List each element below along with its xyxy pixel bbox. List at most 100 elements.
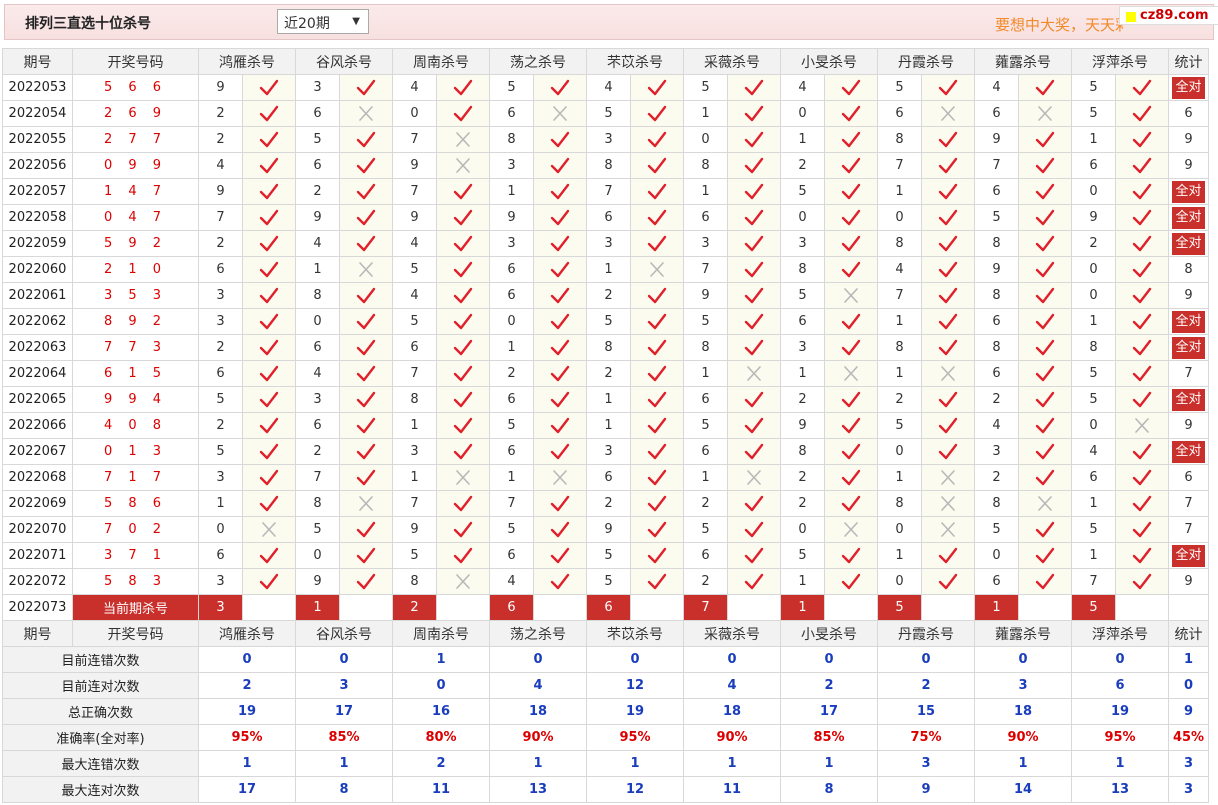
col-header-expert: 丹霞杀号 <box>877 620 975 647</box>
check-icon <box>647 131 667 147</box>
result-mark-cell <box>921 490 975 517</box>
result-mark-cell <box>1115 438 1169 465</box>
summary-value: 17 <box>780 698 878 725</box>
check-icon <box>647 573 667 589</box>
kill-number-cell: 2 <box>198 334 243 361</box>
kill-number-cell: 4 <box>586 74 631 101</box>
check-icon <box>647 469 667 485</box>
result-mark-cell <box>1115 542 1169 569</box>
kill-number-cell: 4 <box>877 256 922 283</box>
check-icon <box>1132 105 1152 121</box>
kill-number-cell: 4 <box>295 230 340 257</box>
check-icon <box>259 157 279 173</box>
result-mark-cell <box>824 464 878 491</box>
check-icon <box>259 495 279 511</box>
kill-number-cell: 2 <box>974 386 1019 413</box>
draw-number-cell: 5 8 3 <box>72 568 199 595</box>
period-select[interactable]: 近20期 ▼ <box>277 9 369 34</box>
check-icon <box>356 235 376 251</box>
summary-stat: 3 <box>1168 776 1209 803</box>
check-icon <box>1132 521 1152 537</box>
check-icon <box>453 105 473 121</box>
issue-cell: 2022071 <box>2 542 73 569</box>
kill-number-cell: 2 <box>586 490 631 517</box>
issue-cell: 2022070 <box>2 516 73 543</box>
col-header-expert: 荡之杀号 <box>489 48 587 75</box>
draw-number-cell: 0 9 9 <box>72 152 199 179</box>
result-mark-cell <box>339 308 393 335</box>
cross-icon <box>456 573 470 589</box>
summary-value: 0 <box>1071 646 1169 673</box>
kill-number-cell: 1 <box>877 308 922 335</box>
check-icon <box>453 521 473 537</box>
check-icon <box>1035 235 1055 251</box>
summary-row: 目前连对次数 2 3 0 4 12 4 2 2 3 6 0 <box>2 672 1209 699</box>
result-mark-cell <box>1018 256 1072 283</box>
result-mark-cell <box>1018 334 1072 361</box>
kill-number-cell: 3 <box>198 568 243 595</box>
check-icon <box>647 235 667 251</box>
check-icon <box>356 365 376 381</box>
kill-number-cell: 6 <box>489 100 534 127</box>
draw-number-cell: 3 5 3 <box>72 282 199 309</box>
check-icon <box>550 261 570 277</box>
issue-cell: 2022061 <box>2 282 73 309</box>
check-icon <box>356 157 376 173</box>
result-mark-cell <box>921 516 975 543</box>
kill-number-cell: 5 <box>877 74 922 101</box>
current-kill-number: 6 <box>489 594 534 621</box>
kill-number-cell: 6 <box>489 282 534 309</box>
kill-number-cell: 2 <box>683 568 728 595</box>
check-icon <box>1132 157 1152 173</box>
kill-number-cell: 1 <box>198 490 243 517</box>
all-correct-badge: 全对 <box>1172 544 1205 567</box>
summary-value: 6 <box>1071 672 1169 699</box>
kill-number-cell: 4 <box>198 152 243 179</box>
check-icon <box>453 495 473 511</box>
site-logo[interactable]: cz89.com <box>1119 6 1218 25</box>
summary-value: 75% <box>877 724 975 751</box>
draw-number-cell: 5 9 2 <box>72 230 199 257</box>
stat-cell: 全对 <box>1168 230 1209 257</box>
col-header-issue: 期号 <box>2 48 73 75</box>
all-correct-badge: 全对 <box>1172 336 1205 359</box>
result-mark-cell <box>1115 152 1169 179</box>
table-row: 2022065 9 9 4 5 3 8 6 1 6 2 2 2 5 全对 <box>2 386 1209 413</box>
kill-number-cell: 5 <box>489 516 534 543</box>
kill-number-cell: 5 <box>295 126 340 153</box>
summary-label: 目前连错次数 <box>2 646 199 673</box>
result-mark-cell <box>630 464 684 491</box>
current-stat-cell <box>1168 594 1209 621</box>
check-icon <box>1035 417 1055 433</box>
result-mark-cell <box>921 542 975 569</box>
check-icon <box>259 547 279 563</box>
kill-number-cell: 3 <box>780 334 825 361</box>
all-correct-badge: 全对 <box>1172 180 1205 203</box>
result-mark-cell <box>436 568 490 595</box>
result-mark-cell <box>436 204 490 231</box>
table-row: 2022072 5 8 33 9 8 4 5 2 1 0 6 7 9 <box>2 568 1209 595</box>
stat-cell: 全对 <box>1168 74 1209 101</box>
result-mark-cell <box>630 282 684 309</box>
issue-cell: 2022056 <box>2 152 73 179</box>
result-mark-cell <box>533 464 587 491</box>
kill-number-cell: 0 <box>295 542 340 569</box>
result-mark-cell <box>436 542 490 569</box>
result-mark-cell <box>727 568 781 595</box>
check-icon <box>550 573 570 589</box>
result-mark-cell <box>533 360 587 387</box>
issue-cell: 2022064 <box>2 360 73 387</box>
result-mark-cell <box>1115 126 1169 153</box>
kill-number-cell: 8 <box>586 334 631 361</box>
stat-cell: 全对 <box>1168 178 1209 205</box>
col-header-expert: 小旻杀号 <box>780 48 878 75</box>
result-mark-cell <box>339 256 393 283</box>
check-icon <box>356 209 376 225</box>
kill-number-cell: 5 <box>683 516 728 543</box>
stat-cell: 全对 <box>1168 386 1209 413</box>
check-icon <box>744 547 764 563</box>
check-icon <box>938 339 958 355</box>
result-mark-cell <box>921 74 975 101</box>
logo-text: cz89.com <box>1140 8 1209 23</box>
current-blank-cell <box>339 594 393 621</box>
